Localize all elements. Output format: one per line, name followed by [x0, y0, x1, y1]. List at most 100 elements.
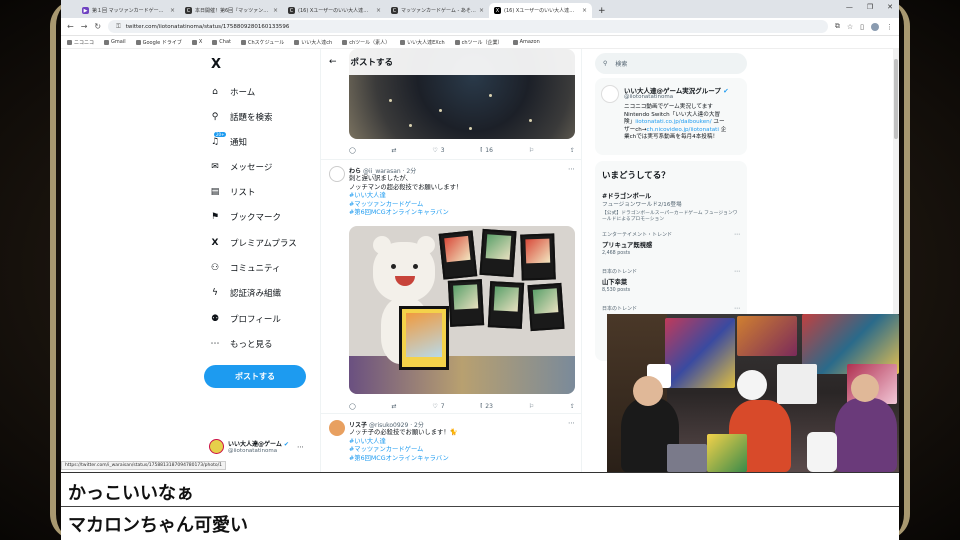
profile-card[interactable]: いい大人達@ゲーム実況グループ ✔ @iiotonatatinoma ニコニコ動…: [595, 78, 747, 155]
person-head: [633, 376, 663, 406]
reload-icon[interactable]: ↻: [94, 22, 101, 31]
bookmark[interactable]: ニコニコ: [67, 39, 94, 46]
sidebar-item-notifications[interactable]: ♫ 20+ 通知: [209, 132, 247, 149]
back-icon[interactable]: ←: [67, 22, 74, 31]
search-icon: ⚲: [603, 60, 608, 67]
x-logo-icon[interactable]: X: [211, 57, 221, 72]
reply-button[interactable]: ◯: [349, 146, 356, 154]
sidebar-item-verified-orgs[interactable]: ϟ 認証済み組織: [209, 286, 281, 300]
more-icon[interactable]: ⋯: [568, 419, 575, 427]
sidebar-item-communities[interactable]: ⚇ コミュニティ: [209, 261, 281, 275]
bookmark[interactable]: Chat: [212, 39, 231, 45]
profile-avatar-icon[interactable]: [871, 22, 879, 31]
sidebar-item-messages[interactable]: ✉ メッセージ: [209, 160, 272, 174]
search-input[interactable]: ⚲ 検索: [595, 53, 747, 74]
sidepanel-icon[interactable]: ▯: [860, 23, 864, 31]
like-button[interactable]: ♡ 7: [432, 402, 444, 410]
tab-active[interactable]: X (16) Xユーザーのいい大人達のゲ... ×: [489, 3, 592, 18]
tab[interactable]: C本日開催！第6回『マッツァンカード...×: [180, 3, 283, 18]
url-field[interactable]: ⚿ twitter.com/iiotonatatinoma/status/175…: [108, 20, 828, 33]
more-icon[interactable]: ⋯: [734, 231, 740, 238]
sidebar-item-explore[interactable]: ⚲ 話題を検索: [209, 110, 273, 124]
sidebar-item-home[interactable]: ⌂ ホーム: [209, 85, 255, 99]
close-icon[interactable]: ×: [582, 7, 587, 14]
panda-mask: [737, 370, 767, 400]
hashtag[interactable]: #マッツァンカードゲーム: [349, 446, 457, 455]
views-button[interactable]: ⫾ 23: [480, 402, 493, 410]
bookmark[interactable]: chツール（企業）: [454, 39, 503, 46]
close-icon[interactable]: ×: [479, 7, 484, 14]
retweet-button[interactable]: ⇄: [392, 146, 397, 154]
more-icon[interactable]: ⋯: [734, 305, 740, 312]
hashtag[interactable]: #第6回MCGオンラインキャラバン: [349, 209, 462, 218]
maximize-icon[interactable]: ❐: [867, 3, 873, 11]
image-detail: [439, 109, 442, 112]
list-icon: ▤: [210, 187, 220, 197]
bookmark[interactable]: いい大人達EXch: [400, 39, 445, 46]
bookmark[interactable]: Google ドライブ: [135, 39, 182, 46]
close-icon[interactable]: ×: [170, 7, 175, 14]
more-icon[interactable]: ⋯: [734, 268, 740, 275]
bookmark[interactable]: X: [191, 39, 202, 45]
hashtag[interactable]: #いい大人達: [349, 438, 457, 447]
bookmark[interactable]: chツール（素人）: [342, 39, 390, 46]
post-button[interactable]: ポストする: [204, 365, 306, 388]
hashtag[interactable]: #いい大人達: [349, 192, 462, 201]
tweet-text: 刺と遅い訳ましたが、 ノッチマンの超必殺技でお願いします！ #いい大人達 #マッ…: [349, 175, 463, 218]
scrollbar-thumb[interactable]: [894, 59, 898, 139]
retweet-button[interactable]: ⇄: [392, 402, 397, 410]
close-icon[interactable]: ×: [376, 7, 381, 14]
sidebar-item-profile[interactable]: ⚉ プロフィール: [209, 312, 281, 326]
forward-icon[interactable]: →: [81, 22, 88, 31]
tab[interactable]: ▶第１回 マッツァンカードゲーム 入手...×: [77, 3, 180, 18]
bookmark[interactable]: Amazon: [512, 39, 540, 45]
sidebar-item-premium[interactable]: X プレミアムプラス: [209, 236, 297, 250]
menu-icon[interactable]: ⋮: [886, 23, 893, 31]
close-icon[interactable]: ×: [273, 7, 278, 14]
trend-item[interactable]: #ドラゴンボール フュージョンワールド2/16登場 【公式】ドラゴンボールスーパ…: [602, 189, 740, 224]
reply-button[interactable]: ◯: [349, 402, 356, 410]
bookmark-button[interactable]: ⚐: [529, 402, 534, 410]
translate-icon[interactable]: ⧉: [835, 22, 840, 31]
back-arrow-icon[interactable]: ←: [329, 57, 337, 67]
bio-link[interactable]: iiotonatati.co.jp/daibouken/: [635, 119, 711, 125]
sidebar-item-more[interactable]: ⋯ もっと見る: [209, 337, 273, 351]
game-box: [707, 434, 747, 472]
trend-item[interactable]: 日本のトレンド ⋯: [602, 305, 740, 312]
bookmark[interactable]: いい大人達ch: [294, 39, 332, 46]
more-icon[interactable]: ⋯: [568, 165, 575, 173]
minimize-icon[interactable]: —: [846, 3, 853, 11]
post-image[interactable]: [349, 226, 575, 394]
account-switcher[interactable]: いい大人達@ゲーム ✔ @iiotonatatinoma ⋯: [209, 439, 304, 454]
close-window-icon[interactable]: ✕: [887, 3, 893, 11]
account-handle: @iiotonatatinoma: [228, 448, 278, 454]
like-button[interactable]: ♡ 3: [432, 146, 444, 154]
bookmark[interactable]: Gmail: [104, 39, 126, 45]
bookmark[interactable]: Chスケジュール: [240, 39, 284, 46]
bio-link[interactable]: ch.nicovideo.jp/iiotonatati: [647, 127, 719, 133]
new-tab-button[interactable]: +: [592, 6, 612, 18]
share-button[interactable]: ⇪: [570, 402, 575, 410]
sidebar-item-bookmarks[interactable]: ⚑ ブックマーク: [209, 210, 281, 224]
trend-item[interactable]: エンターテイメント・トレンド プリキュア既視感 2,468 posts ⋯: [602, 231, 740, 258]
bookmark-icon: [454, 39, 460, 45]
tweet[interactable]: わら @ii_warasan · 2分 ⋯ 刺と遅い訳ましたが、 ノッチマンの超必…: [321, 159, 581, 411]
star-icon[interactable]: ☆: [847, 23, 853, 31]
bookmark-button[interactable]: ⚐: [529, 146, 534, 154]
hashtag[interactable]: #第6回MCGオンラインキャラバン: [349, 455, 457, 464]
window-controls: — ❐ ✕: [846, 3, 893, 11]
avatar: [601, 85, 619, 103]
tweet[interactable]: リス子 @risuko0929 · 2分 ⋯ ノッチ子の必殺技でお願いします！🐈 …: [321, 413, 581, 472]
share-button[interactable]: ⇪: [570, 146, 575, 154]
image-detail: [529, 119, 532, 122]
more-icon[interactable]: ⋯: [297, 443, 304, 451]
tab[interactable]: C (16) Xユーザーのいい大人達のゲ... ×: [283, 3, 386, 18]
tab[interactable]: Cマッツァンカードゲーム - あそびさ...×: [386, 3, 489, 18]
card-standee: [399, 306, 449, 370]
c-icon: C: [391, 7, 398, 14]
trend-item[interactable]: 日本のトレンド 山下幸菜 8,530 posts ⋯: [602, 268, 740, 295]
views-button[interactable]: ⫾ 16: [480, 146, 493, 154]
sidebar-item-lists[interactable]: ▤ リスト: [209, 185, 256, 199]
trading-card: [487, 281, 525, 329]
plush-toy: [807, 432, 837, 472]
